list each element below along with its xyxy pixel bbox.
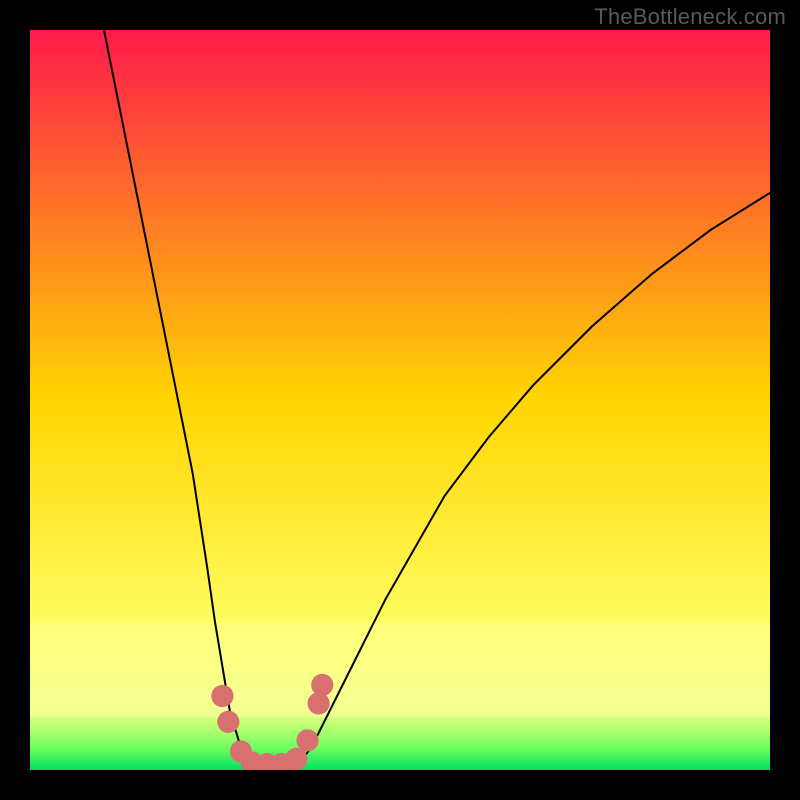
chart-svg [30, 30, 770, 770]
plot-frame [30, 30, 770, 770]
marker-point [308, 692, 330, 714]
marker-point [285, 748, 307, 770]
marker-point [217, 711, 239, 733]
marker-point [211, 685, 233, 707]
marker-point [296, 729, 318, 751]
light-band [30, 622, 770, 718]
marker-point [311, 674, 333, 696]
watermark-text: TheBottleneck.com [594, 4, 786, 30]
